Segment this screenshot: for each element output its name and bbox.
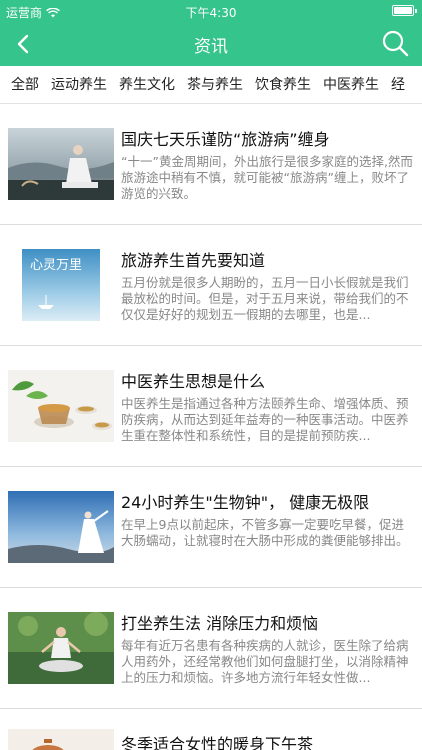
tab-sport[interactable]: 运动养生 — [45, 66, 113, 103]
nav-bar: 资讯 — [0, 22, 422, 66]
tab-tea[interactable]: 茶与养生 — [181, 66, 249, 103]
article-thumbnail: 心灵万里 — [8, 249, 114, 321]
article-title: 旅游养生首先要知道 — [121, 251, 266, 270]
status-bar: 运营商 下午4:30 — [0, 0, 422, 22]
article-thumbnail — [8, 370, 114, 442]
article-thumbnail — [8, 729, 114, 750]
article-list: 国庆七天乐谨防“旅游病”缠身 “十一”黄金周期间，外出旅行是很多家庭的选择,然而… — [0, 104, 422, 750]
article-item[interactable]: 心灵万里 旅游养生首先要知道 五月份就是很多人期盼的，五月一日小长假就是我们最放… — [0, 225, 422, 346]
tab-all[interactable]: 全部 — [0, 66, 45, 103]
article-thumbnail — [8, 128, 114, 200]
article-summary: 在早上9点以前起床，不管多寡一定要吃早餐，促进大肠蠕动，让就寝时在大肠中形成的粪… — [121, 517, 409, 548]
article-item[interactable]: 冬季适合女性的暖身下午茶 — [0, 709, 422, 750]
battery-icon — [392, 5, 417, 16]
status-time: 下午4:30 — [185, 6, 237, 20]
article-summary: 每年有近万名患有各种疾病的人就诊，医生除了给病人用药外，还经常教他们如何盘腿打坐… — [121, 638, 409, 685]
search-icon[interactable] — [380, 28, 410, 58]
article-title: 24小时养生"生物钟"， 健康无极限 — [121, 493, 370, 512]
article-summary: “十一”黄金周期间，外出旅行是很多家庭的选择,然而旅游途中稍有不慎，就可能被“旅… — [121, 154, 413, 201]
tab-tcm[interactable]: 中医养生 — [317, 66, 385, 103]
article-thumbnail — [8, 612, 114, 684]
article-item[interactable]: 24小时养生"生物钟"， 健康无极限 在早上9点以前起床，不管多寡一定要吃早餐，… — [0, 467, 422, 588]
book-cover-text: 心灵万里 — [30, 258, 82, 273]
tab-diet[interactable]: 饮食养生 — [249, 66, 317, 103]
category-tabs: 全部 运动养生 养生文化 茶与养生 饮食养生 中医养生经 — [0, 66, 422, 104]
tab-more[interactable]: 经 — [385, 66, 411, 103]
article-item[interactable]: 国庆七天乐谨防“旅游病”缠身 “十一”黄金周期间，外出旅行是很多家庭的选择,然而… — [0, 104, 422, 225]
article-thumbnail — [8, 491, 114, 563]
article-title: 中医养生思想是什么 — [121, 372, 266, 391]
article-summary: 五月份就是很多人期盼的，五月一日小长假就是我们最放松的时间。但是，对于五月来说，… — [121, 275, 409, 322]
page-title: 资讯 — [194, 37, 228, 57]
article-item[interactable]: 中医养生思想是什么 中医养生是指通过各种方法颐养生命、增强体质、预防疾病，从而达… — [0, 346, 422, 467]
article-title: 打坐养生法 消除压力和烦恼 — [121, 614, 319, 633]
article-summary: 中医养生是指通过各种方法颐养生命、增强体质、预防疾病，从而达到延年益寿的一种医事… — [121, 396, 409, 443]
article-item[interactable]: 打坐养生法 消除压力和烦恼 每年有近万名患有各种疾病的人就诊，医生除了给病人用药… — [0, 588, 422, 709]
article-title: 冬季适合女性的暖身下午茶 — [121, 735, 314, 750]
article-title: 国庆七天乐谨防“旅游病”缠身 — [121, 130, 330, 149]
tab-culture[interactable]: 养生文化 — [113, 66, 181, 103]
